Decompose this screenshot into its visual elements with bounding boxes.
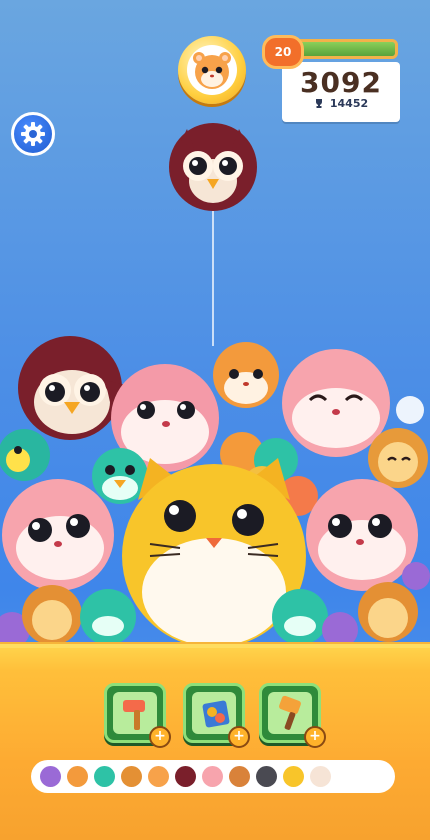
evolution-raccoon-icon [256,766,277,787]
best-score: 14452 [329,97,369,110]
trophy-icon [315,99,322,108]
evolution-teal-bird-icon [94,766,115,787]
pink-otter-ball-lower-left [2,479,114,591]
teal-bird-ball-bottom-right [272,589,328,645]
evolution-cat-icon [283,766,304,787]
animal-pile [0,336,430,648]
evolution-owl-icon [175,766,196,787]
shake-box-icon [202,700,230,728]
hedgehog-ball-bottom-right [358,582,418,642]
shake-tool-button[interactable]: + [183,683,250,748]
evolution-purple-bird-icon [40,766,61,787]
hamster-icon [193,52,231,89]
score-panel: 3092 14452 [282,62,400,122]
evolution-locked-icon [310,766,331,787]
hedgehog-ball [368,428,428,488]
level-badge: 20 [262,35,304,69]
hammer-tool-button[interactable]: + [104,683,171,748]
paintbrush-icon [279,695,301,730]
purple-bird-ball-edge [402,562,430,590]
settings-button[interactable] [11,112,55,156]
hamster-ball [213,342,279,408]
hammer-icon [123,700,145,730]
teal-bird-ball-left [0,429,50,481]
small-ball [396,396,424,424]
evolution-hamster-small-icon [67,766,88,787]
current-score: 3092 [300,66,382,99]
evolution-hamster-icon [148,766,169,787]
evolution-pink-otter-icon [202,766,223,787]
add-hammer-button[interactable]: + [149,726,171,748]
evolution-hedgehog-icon [121,766,142,787]
game-stage[interactable]: 20 3092 14452 + + + [0,0,430,840]
evolution-fox-icon [229,766,250,787]
drop-guide-line [212,206,214,346]
teal-bird-ball-bottom [80,589,136,645]
add-shake-button[interactable]: + [228,726,250,748]
floor-panel [0,648,430,840]
owl-drop-ball[interactable] [167,121,259,213]
brush-tool-button[interactable]: + [259,683,326,748]
add-brush-button[interactable]: + [304,726,326,748]
gear-icon [21,122,45,146]
pink-otter-ball-lower-right [306,479,418,591]
hedgehog-ball-bottom-left [22,585,82,645]
next-ball-preview [178,36,246,104]
